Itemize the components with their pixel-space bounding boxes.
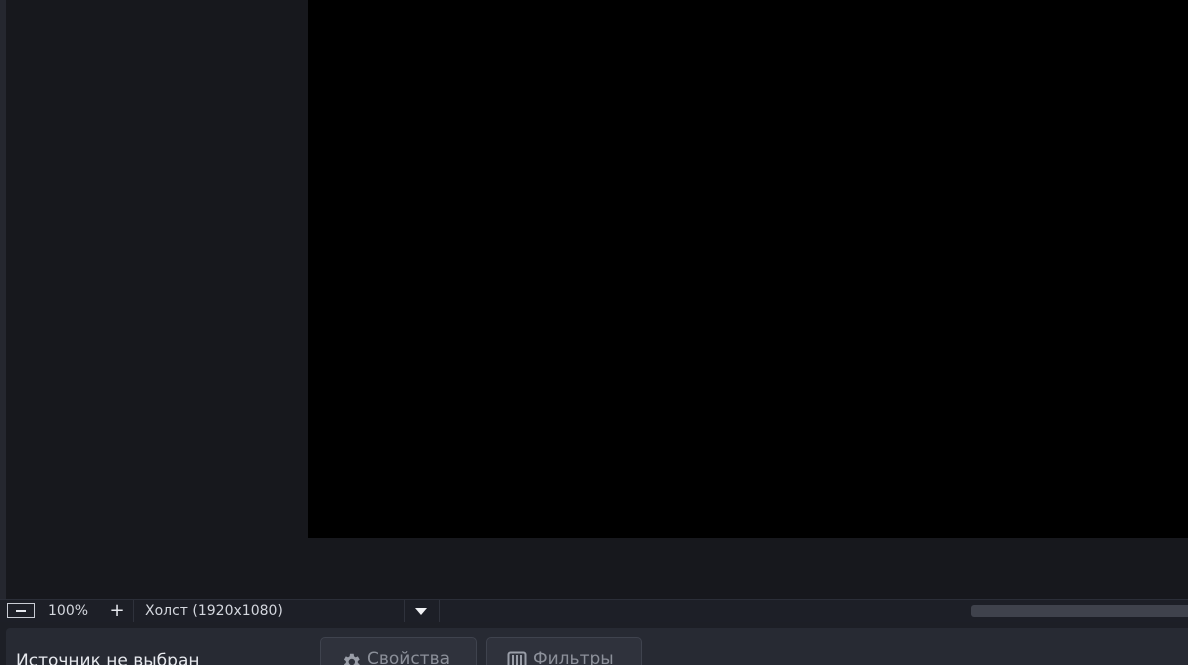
zoom-in-button[interactable]: + xyxy=(106,601,128,621)
properties-button[interactable]: Свойства xyxy=(320,637,477,665)
no-source-label: Источник не выбран xyxy=(16,651,200,665)
zoom-value: 100% xyxy=(48,603,89,619)
preview-canvas[interactable] xyxy=(308,0,1188,538)
minus-icon xyxy=(16,610,26,612)
chevron-down-icon xyxy=(415,608,427,615)
horizontal-scrollbar[interactable] xyxy=(971,605,1188,617)
preview-left-edge xyxy=(0,0,6,599)
canvas-size-label: Холст (1920x1080) xyxy=(145,603,283,619)
canvas-size-dropdown[interactable]: Холст (1920x1080) xyxy=(134,600,439,622)
filters-button[interactable]: Фильтры xyxy=(486,637,642,665)
filter-icon xyxy=(507,651,527,665)
obs-main-window: 100% + Холст (1920x1080) Источник не выб… xyxy=(0,0,1188,665)
toolbar-divider xyxy=(404,600,405,622)
preview-area xyxy=(0,0,1188,599)
filters-button-label: Фильтры xyxy=(533,649,614,665)
toolbar-divider xyxy=(439,600,440,622)
gear-icon xyxy=(343,653,360,665)
zoom-toolbar: 100% + Холст (1920x1080) xyxy=(0,599,1188,622)
properties-button-label: Свойства xyxy=(367,649,451,665)
zoom-out-button[interactable] xyxy=(7,603,35,618)
